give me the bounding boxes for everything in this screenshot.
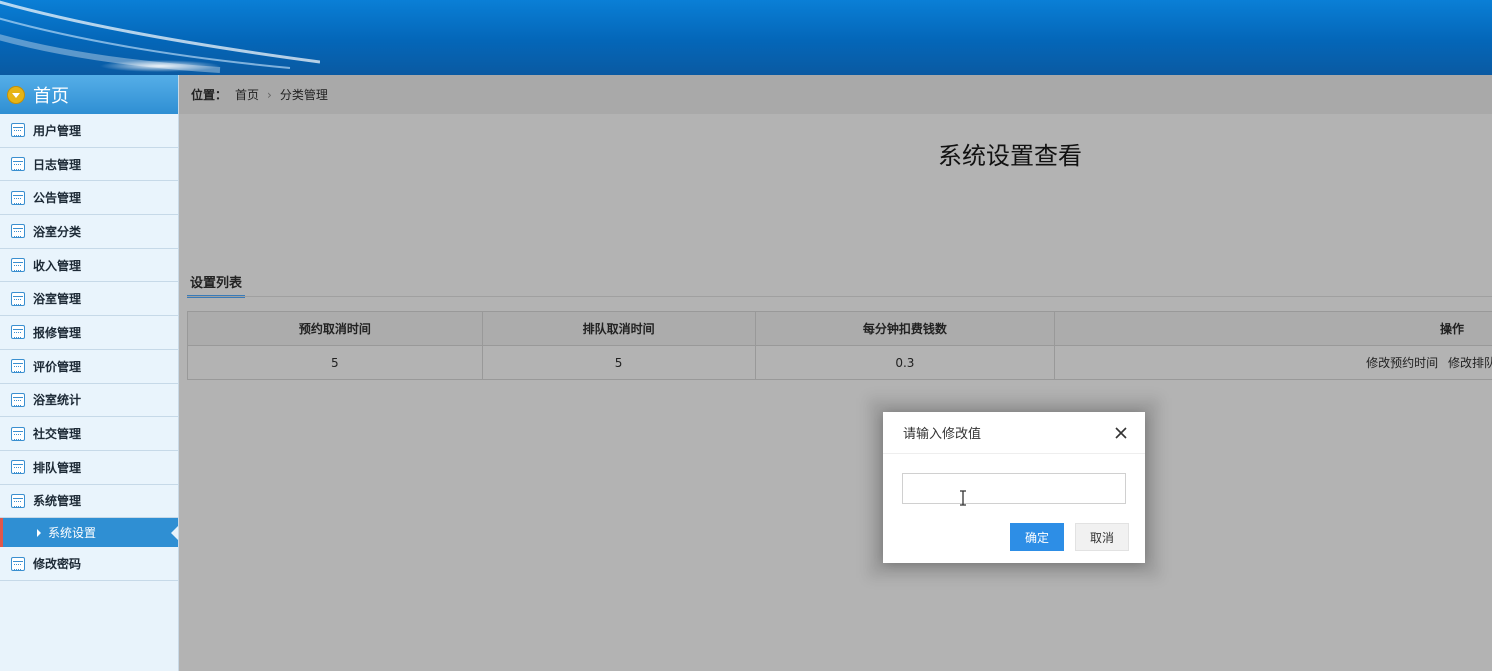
column-header-reserve-cancel: 预约取消时间 (187, 311, 483, 346)
calendar-icon (11, 392, 25, 407)
section-divider (187, 296, 1492, 297)
calendar-icon (11, 359, 25, 374)
calendar-icon (11, 157, 25, 172)
cell-actions: 修改预约时间 修改排队时 (1054, 345, 1492, 380)
edit-value-input[interactable] (902, 473, 1126, 504)
breadcrumb-label: 位置： (191, 88, 228, 102)
sidebar-item-label: 公告管理 (33, 191, 82, 206)
sidebar-item-label: 日志管理 (33, 157, 82, 172)
sidebar-item-income-management[interactable]: 收入管理 (0, 248, 178, 283)
page-title: 系统设置查看 (938, 142, 1082, 170)
column-header-queue-cancel: 排队取消时间 (481, 311, 756, 346)
column-header-fee-per-minute: 每分钟扣费钱数 (754, 311, 1056, 346)
breadcrumb-current: 分类管理 (279, 88, 328, 102)
sidebar-item-label: 评价管理 (33, 359, 82, 374)
sidebar: 首页 用户管理 日志管理 公告管理 浴室分类 收入管理 浴室管理 报修管理 评价… (0, 75, 179, 671)
sidebar-home-label: 首页 (33, 85, 69, 107)
cell-reserve-cancel: 5 (187, 345, 483, 380)
sidebar-item-system-management[interactable]: 系统管理 (0, 484, 178, 519)
chevron-down-circle-icon (7, 85, 25, 104)
confirm-button[interactable]: 确定 (1010, 523, 1064, 551)
sidebar-subitem-label: 系统设置 (48, 526, 97, 541)
sidebar-item-log-management[interactable]: 日志管理 (0, 147, 178, 182)
sidebar-item-label: 浴室管理 (33, 292, 82, 307)
tab-settings-list[interactable]: 设置列表 (187, 270, 246, 298)
sidebar-item-social-management[interactable]: 社交管理 (0, 417, 178, 451)
active-indicator (171, 526, 178, 541)
sidebar-item-label: 报修管理 (33, 325, 82, 340)
calendar-icon (11, 325, 25, 340)
sidebar-item-label: 收入管理 (33, 258, 82, 273)
sidebar-item-label: 系统管理 (33, 494, 82, 509)
breadcrumb: 位置： 首页 › 分类管理 (179, 75, 1492, 114)
close-icon[interactable] (1113, 425, 1129, 441)
sidebar-item-user-management[interactable]: 用户管理 (0, 114, 178, 148)
sidebar-item-queue-management[interactable]: 排队管理 (0, 450, 178, 485)
main-content (179, 114, 1492, 671)
cancel-button[interactable]: 取消 (1075, 523, 1129, 551)
table-row: 5 5 0.3 修改预约时间 修改排队时 (187, 345, 1492, 380)
cell-queue-cancel: 5 (481, 345, 756, 380)
dialog-title: 请输入修改值 (903, 427, 982, 442)
edit-reserve-time-link[interactable]: 修改预约时间 (1366, 356, 1438, 370)
calendar-icon (11, 224, 25, 239)
calendar-icon (11, 493, 25, 508)
sidebar-item-label: 浴室分类 (33, 224, 82, 239)
edit-queue-time-link[interactable]: 修改排队时 (1448, 356, 1492, 370)
calendar-icon (11, 291, 25, 306)
table-header-row: 预约取消时间 排队取消时间 每分钟扣费钱数 操作 (187, 311, 1492, 346)
column-header-actions-label: 操作 (1439, 322, 1464, 336)
sidebar-subitem-system-settings[interactable]: 系统设置 (0, 518, 178, 548)
sidebar-item-bathroom-statistics[interactable]: 浴室统计 (0, 383, 178, 418)
banner-light-swoosh (0, 0, 320, 73)
calendar-icon (11, 426, 25, 441)
sidebar-item-repair-management[interactable]: 报修管理 (0, 316, 178, 350)
calendar-icon (11, 556, 25, 571)
top-banner (0, 0, 1492, 75)
calendar-icon (11, 123, 25, 138)
breadcrumb-home-link[interactable]: 首页 (235, 86, 259, 103)
column-header-actions: 操作 (1054, 311, 1492, 346)
settings-table: 预约取消时间 排队取消时间 每分钟扣费钱数 操作 5 5 0.3 修改预约时间 … (187, 311, 1492, 380)
calendar-icon (11, 190, 25, 205)
sidebar-item-label: 用户管理 (33, 123, 82, 138)
calendar-icon (11, 460, 25, 475)
breadcrumb-separator-icon: › (267, 87, 272, 102)
sidebar-item-bathroom-management[interactable]: 浴室管理 (0, 282, 178, 317)
sidebar-home[interactable]: 首页 (0, 75, 178, 114)
dialog-header: 请输入修改值 (883, 412, 1145, 454)
sidebar-item-notice-management[interactable]: 公告管理 (0, 181, 178, 216)
sidebar-item-bathroom-category[interactable]: 浴室分类 (0, 215, 178, 249)
caret-right-icon (37, 528, 41, 537)
sidebar-item-change-password[interactable]: 修改密码 (0, 547, 178, 581)
sidebar-item-label: 修改密码 (33, 557, 82, 572)
edit-value-dialog: 请输入修改值 确定 取消 (883, 412, 1145, 563)
sidebar-item-label: 排队管理 (33, 460, 82, 475)
calendar-icon (11, 258, 25, 273)
cell-fee-per-minute: 0.3 (754, 345, 1056, 380)
sidebar-item-review-management[interactable]: 评价管理 (0, 349, 178, 384)
sidebar-item-label: 社交管理 (33, 427, 82, 442)
sidebar-item-label: 浴室统计 (33, 393, 82, 408)
text-cursor-icon (960, 490, 966, 506)
